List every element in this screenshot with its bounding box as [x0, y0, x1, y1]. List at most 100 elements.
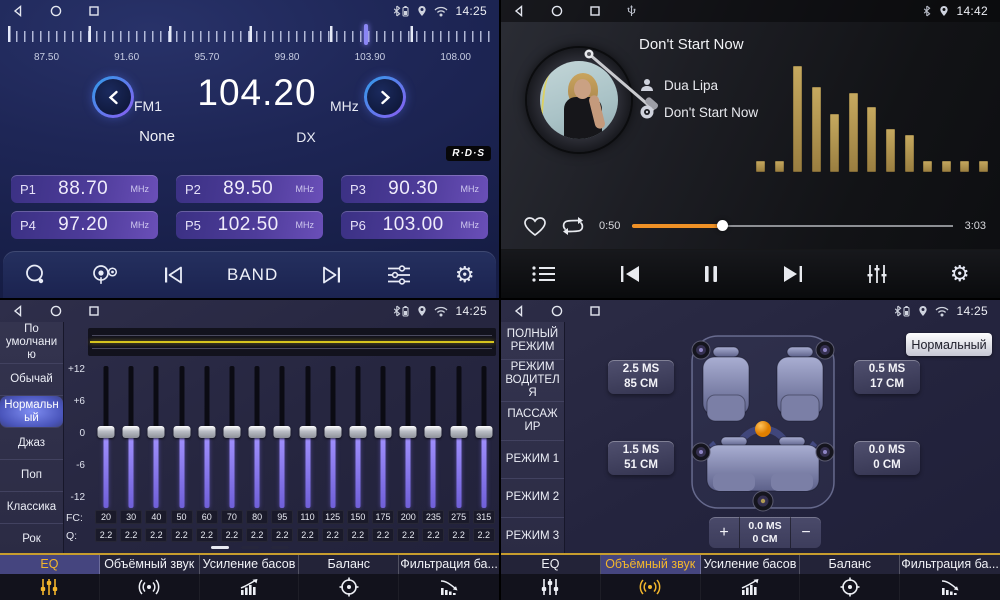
radio-preset-button[interactable]: P2 89.50 MHz [176, 175, 323, 203]
eq-band-slider[interactable] [297, 360, 319, 510]
seek-knob[interactable] [717, 220, 728, 231]
tab-bass-boost[interactable]: Усиление басов [200, 555, 300, 600]
decrease-delay-button[interactable]: − [791, 517, 821, 548]
recents-icon[interactable] [88, 305, 100, 317]
eq-band-slider[interactable] [473, 360, 495, 510]
sidebar-list-item[interactable]: РЕЖИМ 3 [501, 518, 564, 555]
tuner-settings-sliders-icon[interactable] [386, 264, 412, 286]
eq-band-slider[interactable] [322, 360, 344, 510]
settings-gear-icon[interactable]: ⚙ [950, 263, 970, 285]
eq-band-slider[interactable] [347, 360, 369, 510]
eq-band-slider[interactable] [372, 360, 394, 510]
eq-band-slider[interactable] [221, 360, 243, 510]
radio-preset-button[interactable]: P6 103.00 MHz [341, 211, 488, 239]
slider-knob[interactable] [299, 426, 316, 438]
sidebar-list-item[interactable]: Нормальный [0, 396, 63, 428]
sidebar-list-item[interactable]: Поп [0, 460, 63, 492]
tune-up-button[interactable] [364, 76, 406, 118]
tab-balance[interactable]: Баланс [299, 555, 399, 600]
back-icon[interactable] [12, 305, 24, 317]
preset-frequency: 88.70 [36, 178, 131, 200]
slider-track-upper [431, 366, 436, 432]
dx-mode-indicator: DX [286, 129, 326, 145]
slider-knob[interactable] [249, 426, 266, 438]
recents-icon[interactable] [88, 5, 100, 17]
next-track-icon[interactable] [781, 264, 805, 284]
sidebar-list-item[interactable]: ПАССАЖИР [501, 402, 564, 440]
repeat-icon[interactable] [559, 215, 587, 237]
tab-surround-sound[interactable]: Объёмный звук [100, 555, 200, 600]
sidebar-list-item[interactable]: ПОЛНЫЙ РЕЖИМ [501, 322, 564, 360]
tab-eq[interactable]: EQ [501, 555, 601, 600]
next-icon[interactable] [321, 266, 343, 284]
radio-preset-button[interactable]: P4 97.20 MHz [11, 211, 158, 239]
back-icon[interactable] [513, 5, 525, 17]
sound-preset-button[interactable]: Нормальный [906, 333, 992, 356]
slider-knob[interactable] [375, 426, 392, 438]
home-icon[interactable] [50, 5, 62, 17]
eq-band-slider[interactable] [171, 360, 193, 510]
recents-icon[interactable] [589, 5, 601, 17]
home-icon[interactable] [551, 305, 563, 317]
scan-icon[interactable] [24, 263, 48, 287]
playlist-icon[interactable] [531, 264, 557, 284]
tune-down-button[interactable] [92, 76, 134, 118]
radio-preset-button[interactable]: P3 90.30 MHz [341, 175, 488, 203]
eq-band-slider[interactable] [271, 360, 293, 510]
tab-filter[interactable]: Фильтрация ба... [900, 555, 1000, 600]
slider-knob[interactable] [349, 426, 366, 438]
tab-eq[interactable]: EQ [0, 555, 100, 600]
sidebar-list-item[interactable]: По умолчанию [0, 322, 63, 364]
slider-knob[interactable] [198, 426, 215, 438]
recents-icon[interactable] [589, 305, 601, 317]
back-icon[interactable] [513, 305, 525, 317]
frequency-scale[interactable]: 87.5091.60 95.7099.80 103.90108.00 [0, 24, 499, 62]
radio-preset-button[interactable]: P1 88.70 MHz [11, 175, 158, 203]
increase-delay-button[interactable]: + [709, 517, 739, 548]
broadcast-icon[interactable] [91, 263, 119, 287]
tab-balance[interactable]: Баланс [800, 555, 900, 600]
slider-knob[interactable] [123, 426, 140, 438]
tab-filter[interactable]: Фильтрация ба... [399, 555, 499, 600]
tab-surround-sound[interactable]: Объёмный звук [601, 555, 701, 600]
slider-knob[interactable] [324, 426, 341, 438]
settings-gear-icon[interactable]: ⚙ [455, 264, 475, 286]
slider-knob[interactable] [98, 426, 115, 438]
eq-band-slider[interactable] [145, 360, 167, 510]
radio-preset-button[interactable]: P5 102.50 MHz [176, 211, 323, 239]
home-icon[interactable] [551, 5, 563, 17]
slider-knob[interactable] [148, 426, 165, 438]
eq-band-slider[interactable] [120, 360, 142, 510]
sidebar-list-item[interactable]: Обычай [0, 364, 63, 396]
sidebar-list-item[interactable]: РЕЖИМ ВОДИТЕЛЯ [501, 360, 564, 402]
eq-band-slider[interactable] [397, 360, 419, 510]
slider-knob[interactable] [274, 426, 291, 438]
eq-band-slider[interactable] [95, 360, 117, 510]
wifi-icon [434, 6, 448, 17]
eq-band-slider[interactable] [422, 360, 444, 510]
previous-icon[interactable] [162, 266, 184, 284]
sidebar-list-item[interactable]: РЕЖИМ 1 [501, 441, 564, 479]
favorite-heart-icon[interactable] [523, 216, 547, 237]
slider-knob[interactable] [400, 426, 417, 438]
slider-knob[interactable] [450, 426, 467, 438]
pause-icon[interactable] [702, 264, 720, 284]
sidebar-list-item[interactable]: Джаз [0, 428, 63, 460]
slider-knob[interactable] [425, 426, 442, 438]
equalizer-sliders-icon[interactable] [865, 263, 889, 285]
band-value-chip: 315 [473, 510, 495, 524]
eq-band-slider[interactable] [448, 360, 470, 510]
tab-bass-boost[interactable]: Усиление басов [701, 555, 801, 600]
slider-knob[interactable] [173, 426, 190, 438]
sidebar-list-item[interactable]: Рок [0, 524, 63, 555]
previous-track-icon[interactable] [618, 264, 642, 284]
back-icon[interactable] [12, 5, 24, 17]
sidebar-list-item[interactable]: РЕЖИМ 2 [501, 479, 564, 517]
slider-knob[interactable] [223, 426, 240, 438]
seek-bar[interactable] [632, 220, 952, 232]
slider-knob[interactable] [475, 426, 492, 438]
sidebar-list-item[interactable]: Классика [0, 492, 63, 524]
band-button[interactable]: BAND [227, 265, 278, 285]
eq-band-slider[interactable] [196, 360, 218, 510]
eq-band-slider[interactable] [246, 360, 268, 510]
